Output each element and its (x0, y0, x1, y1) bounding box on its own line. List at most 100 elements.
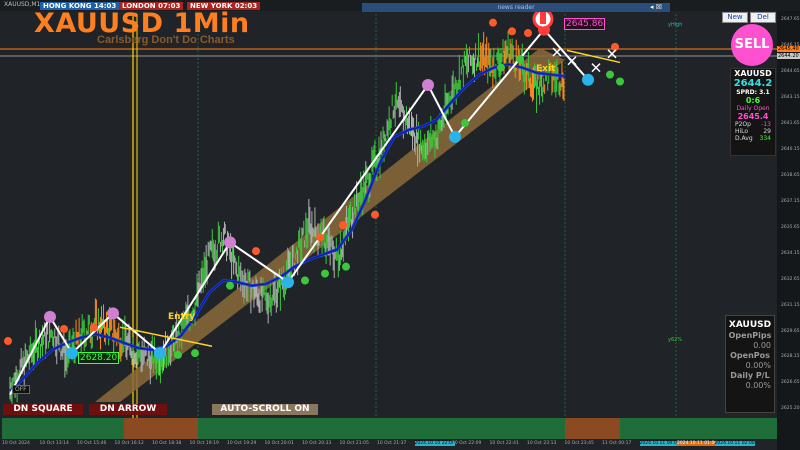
x-tick-label: 10 Oct 13:14 (39, 441, 69, 446)
y-tick-label: 2635.65 (781, 224, 800, 230)
close-icon[interactable]: ☒ (656, 3, 662, 11)
davg-label: D.Avg (735, 135, 753, 142)
auto-scroll-button[interactable]: AUTO-SCROLL ON (212, 404, 318, 415)
p2op-label: P2Op (735, 121, 751, 128)
x-tick-label: 2024.10.11 02:00 (714, 441, 755, 446)
daily-pl-value: 0.00% (745, 381, 771, 390)
open-pos-label: OpenPos (730, 351, 770, 360)
y-tick-label: 2647.65 (781, 17, 800, 23)
x-tick-label: 10 Oct 2024 (2, 441, 30, 446)
p2op-value: -13 (761, 121, 771, 128)
news-controls[interactable]: ◂ ☒ (650, 3, 662, 12)
x-tick-label: 10 Oct 20:01 (264, 441, 294, 446)
volume-band (2, 418, 777, 439)
del-button[interactable]: Del (750, 12, 776, 23)
x-tick-label: 10 Oct 16:12 (114, 441, 144, 446)
swing-marker-0 (44, 310, 56, 323)
y-tick-label: 2637.15 (781, 198, 800, 204)
off-toggle[interactable]: OFF (12, 385, 30, 394)
daily-pl-label: Daily P/L (730, 371, 770, 380)
y-tick-label: 2634.15 (781, 250, 800, 256)
x-tick-label: 10 Oct 22:09 (452, 441, 482, 446)
swing-marker-6 (154, 347, 166, 360)
open-pos-value: 0.00% (745, 361, 771, 370)
y-tick-label: 2641.65 (781, 120, 800, 126)
new-button[interactable]: New (722, 12, 748, 23)
exit-label: Exit (536, 64, 556, 74)
swing-marker-29 (516, 54, 524, 63)
y-tick-label: 2638.65 (781, 172, 800, 178)
y-tick-label: 2625.20 (781, 405, 800, 411)
info-panel: XAUUSD 2644.2 SPRD: 3.1 0:6 Daily Open 2… (730, 68, 776, 156)
y-tick-label: 2643.15 (781, 94, 800, 100)
daily-open-value: 2645.4 (737, 112, 769, 121)
swing-marker-14 (316, 233, 324, 242)
swing-marker-21 (174, 350, 182, 359)
swing-marker-15 (339, 221, 347, 230)
price-chart[interactable] (0, 0, 800, 450)
x-tick-label: 10 Oct 20:33 (302, 441, 332, 446)
swing-marker-9 (582, 73, 594, 86)
y-tick-label: 2628.15 (781, 354, 800, 360)
info-ratio: 0:6 (745, 96, 761, 105)
swing-marker-26 (342, 262, 350, 271)
swing-marker-5 (66, 347, 78, 360)
sell-signal-stripe (540, 12, 546, 24)
x-tick-label: 11 Oct 00:17 (602, 441, 632, 446)
swing-marker-11 (60, 324, 68, 333)
swing-marker-25 (321, 269, 329, 278)
open-pips-label: OpenPips (728, 331, 772, 340)
x-tick-label: 2024.10.11 00:00 (639, 441, 680, 446)
volume-band-down-2 (565, 418, 620, 439)
swing-marker-1 (107, 307, 119, 320)
news-reader-bar[interactable]: news reader (362, 3, 670, 12)
x-tick-label: 2024.10.10 22:00 (414, 441, 455, 446)
low-price-label: 2628.20 (78, 352, 120, 364)
yhigh-label: yHigh (668, 22, 683, 28)
y-tick-label: 2626.65 (781, 380, 800, 386)
swing-marker-28 (497, 63, 505, 72)
swing-marker-24 (301, 276, 309, 285)
entry-label: Entry (168, 312, 196, 322)
y-tick-label: 2629.65 (781, 328, 800, 334)
info-price: 2644.2 (733, 78, 773, 89)
x-tick-label: 10 Oct 15:46 (77, 441, 107, 446)
collapse-icon[interactable]: ◂ (650, 3, 654, 11)
y-tick-label: 2631.15 (781, 302, 800, 308)
pl-symbol: XAUUSD (728, 320, 772, 330)
swing-marker-22 (191, 349, 199, 358)
davg-value: 334 (759, 135, 771, 142)
p2op-row: P2Op -13 (731, 121, 775, 128)
swing-marker-30 (606, 70, 614, 79)
dn-arrow-button[interactable]: DN ARROW (89, 404, 167, 415)
x-tick-label: 10 Oct 21:05 (339, 441, 369, 446)
pl-panel: XAUUSD OpenPips 0.00 OpenPos 0.00% Daily… (725, 315, 775, 413)
info-spread: SPRD: 3.1 (736, 89, 770, 96)
hilo-row: HiLo 29 (731, 128, 775, 135)
swing-marker-13 (252, 247, 260, 256)
swing-marker-16 (371, 210, 379, 219)
x-tick-label: 10 Oct 21:37 (377, 441, 407, 446)
swing-marker-20 (611, 42, 619, 51)
y-tick-label: 2640.15 (781, 146, 800, 152)
x-tick-label: 10 Oct 19:19 (189, 441, 219, 446)
dn-square-button[interactable]: DN SQUARE (3, 404, 83, 415)
swing-marker-23 (226, 281, 234, 290)
chart-subtitle: Carlsberg Don't Do Charts (97, 34, 235, 46)
hilo-label: HiLo (735, 128, 749, 135)
symbol-tag: XAUUSD,M1 (4, 1, 41, 8)
bid-tag: 2644.20 (777, 53, 800, 59)
hilo-value: 29 (763, 128, 771, 135)
swing-marker-17 (489, 18, 497, 27)
volume-band-down-1 (124, 418, 198, 439)
swing-marker-19 (524, 29, 532, 38)
sell-button[interactable]: SELL (731, 24, 773, 66)
y62-label: y62% (668, 337, 683, 343)
x-tick-label: 10 Oct 23:13 (527, 441, 557, 446)
daily-open-tag: 2645.40 (777, 46, 800, 52)
swing-marker-18 (508, 27, 516, 36)
swing-marker-27 (461, 119, 469, 128)
open-pips-value: 0.00 (753, 341, 771, 350)
x-tick-label: 2024.10.11 01:00 (677, 441, 718, 446)
daily-open-label: Daily Open (736, 105, 770, 112)
